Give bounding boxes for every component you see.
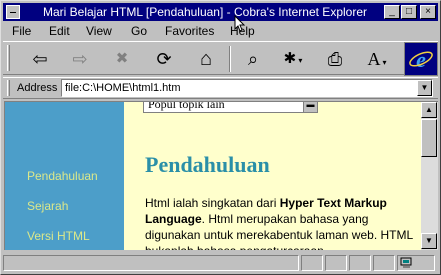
intro-paragraph: Html ialah singkatan dari Hyper Text Mar… [145,196,413,250]
menu-view[interactable]: View [86,24,112,38]
stop-button[interactable]: ✖ [103,46,141,72]
menu-go[interactable]: Go [131,24,147,38]
topic-select[interactable]: Popul topik lain ▬ [143,102,318,113]
favorites-icon: ✱ [283,50,297,67]
sidebar-link-versi-html[interactable]: Versi HTML [27,229,90,243]
page-content: Popul topik lain ▬ Pendahuluan Html iala… [124,102,421,250]
svg-text:e: e [416,47,426,72]
address-grip[interactable] [7,80,10,96]
zone-panel [397,255,435,271]
menu-file[interactable]: File [12,24,31,38]
font-icon: A [367,49,381,69]
standard-toolbar: ⇦ ⇨ ✖ ⟳ ⌂ ⌕ ✱ ▾ ⎙ A ▾ [3,41,438,75]
back-icon: ⇦ [32,49,48,69]
print-button[interactable]: ⎙ [317,46,353,72]
address-bar: Address file:C:\HOME\html1.htm ▼ [3,77,438,99]
scroll-down-button[interactable]: ▼ [421,233,437,249]
refresh-button[interactable]: ⟳ [145,46,183,72]
sidebar-link-pendahuluan[interactable]: Pendahuluan [27,169,98,183]
page-heading: Pendahuluan [145,152,270,177]
favorites-button[interactable]: ✱ ▾ [273,46,313,72]
browser-window: Mari Belajar HTML [Pendahuluan] - Cobra'… [0,0,441,275]
sidebar-nav: Pendahuluan Sejarah Versi HTML [5,102,124,250]
topic-select-arrow[interactable]: ▬ [303,102,317,112]
close-button[interactable]: × [420,5,436,19]
status-bar [3,253,438,273]
minimize-button[interactable]: _ [384,5,400,19]
scroll-up-button[interactable]: ▲ [421,102,437,118]
menu-favorites[interactable]: Favorites [165,24,214,38]
sidebar-link-sejarah[interactable]: Sejarah [27,199,68,213]
window-title: Mari Belajar HTML [Pendahuluan] - Cobra'… [43,5,367,19]
system-menu-icon[interactable] [6,5,20,19]
home-button[interactable]: ⌂ [187,46,225,72]
forward-button[interactable]: ⇨ [61,46,99,72]
stop-icon: ✖ [115,50,129,67]
topic-select-value: Popul topik lain [148,102,225,111]
font-size-button[interactable]: A ▾ [357,46,397,72]
search-button[interactable]: ⌕ [235,46,271,72]
toolbar-separator [229,46,231,72]
status-panel-2 [301,255,323,271]
title-bar[interactable]: Mari Belajar HTML [Pendahuluan] - Cobra'… [3,3,438,21]
status-panel-3 [325,255,347,271]
maximize-button[interactable]: □ [401,5,417,19]
address-value: file:C:\HOME\html1.htm [65,82,181,94]
address-input[interactable]: file:C:\HOME\html1.htm ▼ [61,79,433,97]
forward-icon: ⇨ [72,49,88,69]
vertical-scrollbar[interactable]: ▲ ▼ [421,101,438,250]
toolbar-grip[interactable] [7,45,10,71]
ie-logo: e [404,42,438,76]
refresh-icon: ⟳ [156,49,172,69]
address-dropdown-button[interactable]: ▼ [417,80,432,96]
status-panel-5 [373,255,395,271]
menu-edit[interactable]: Edit [49,24,70,38]
scroll-thumb[interactable] [421,119,437,157]
home-icon: ⌂ [199,48,213,70]
search-icon: ⌕ [247,49,259,69]
ie-logo-icon: e [409,47,433,72]
back-button[interactable]: ⇦ [21,46,59,72]
address-label: Address [17,82,58,94]
status-text-panel [3,255,299,271]
status-panel-4 [349,255,371,271]
my-computer-icon [400,257,412,268]
menu-bar: File Edit View Go Favorites Help [3,22,438,40]
page-viewport: Pendahuluan Sejarah Versi HTML Popul top… [4,101,421,250]
mouse-pointer-icon [234,15,246,32]
print-icon: ⎙ [327,49,343,69]
